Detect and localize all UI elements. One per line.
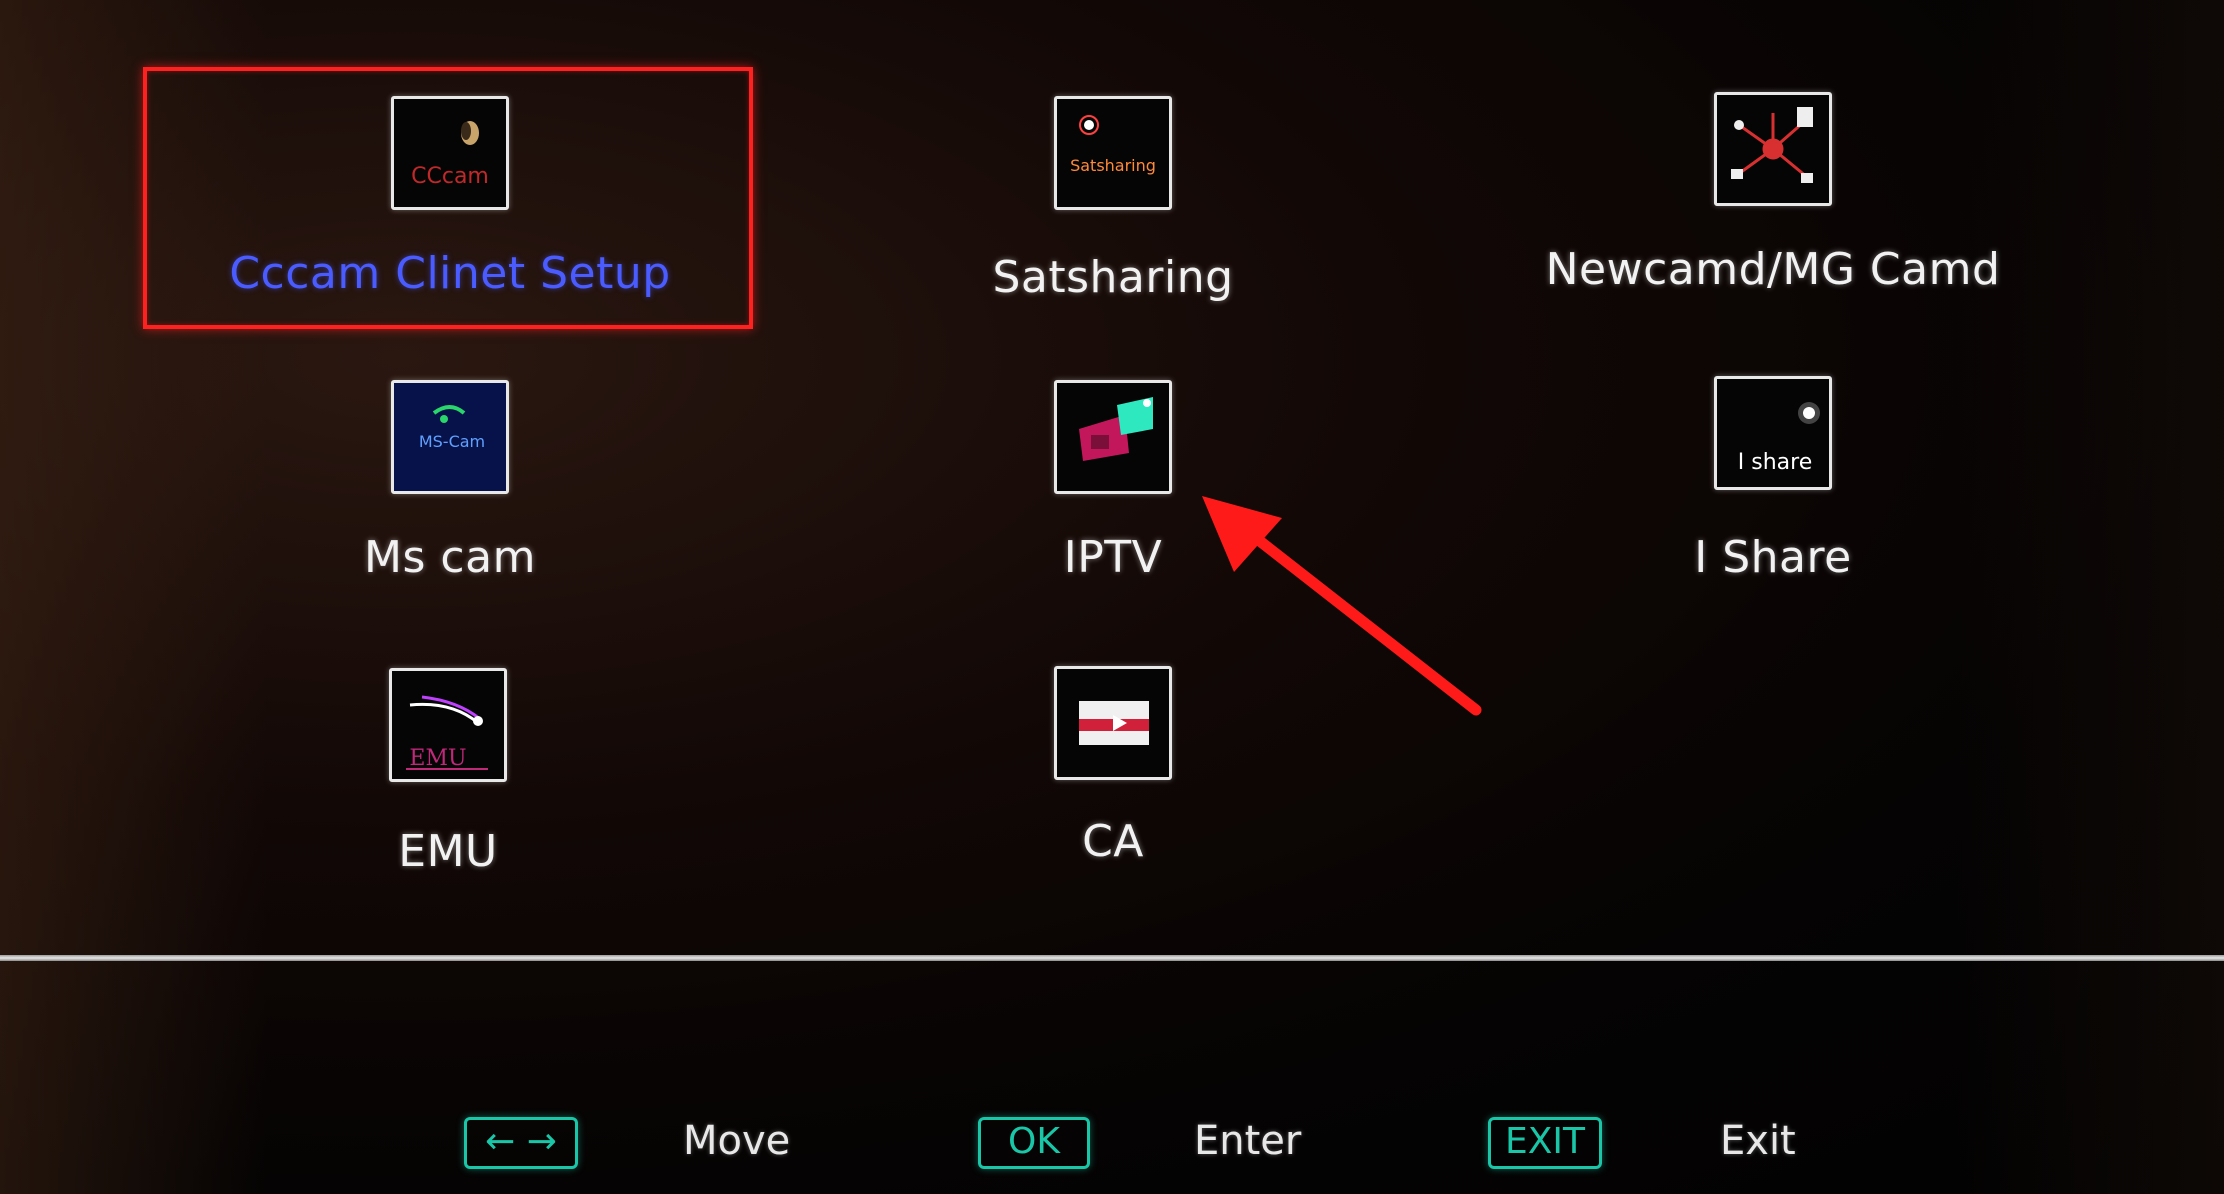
- menu-item-label: CA: [1082, 816, 1144, 867]
- ok-key-button[interactable]: OK: [978, 1117, 1090, 1169]
- menu-item-label: Cccam Clinet Setup: [229, 248, 671, 299]
- menu-item-newcamd[interactable]: Newcamd/MG Camd: [1463, 64, 2083, 324]
- svg-text:I share: I share: [1738, 450, 1812, 475]
- annotation-arrow-icon: [1180, 490, 1500, 730]
- exit-label: Exit: [1720, 1118, 1796, 1164]
- exit-key-button[interactable]: EXIT: [1488, 1117, 1602, 1169]
- satsharing-icon: Satsharing: [1054, 96, 1172, 210]
- menu-item-label: I Share: [1694, 532, 1852, 583]
- menu-item-label: Satsharing: [992, 252, 1234, 303]
- menu-item-label: EMU: [398, 826, 498, 877]
- enter-label: Enter: [1194, 1118, 1302, 1164]
- iptv-icon: [1054, 380, 1172, 494]
- emu-icon: EMU: [389, 668, 507, 782]
- mscam-icon: MS-Cam: [391, 380, 509, 494]
- newcamd-network-icon: [1714, 92, 1832, 206]
- move-key-icon: ← →: [464, 1117, 578, 1169]
- move-label: Move: [683, 1118, 791, 1164]
- ca-card-icon: [1054, 666, 1172, 780]
- menu-item-label: Newcamd/MG Camd: [1545, 244, 2001, 295]
- cccam-icon: CCcam: [391, 96, 509, 210]
- svg-text:Satsharing: Satsharing: [1070, 156, 1156, 175]
- svg-text:EMU: EMU: [409, 746, 466, 771]
- svg-text:CCcam: CCcam: [411, 164, 489, 189]
- ishare-icon: I share: [1714, 376, 1832, 490]
- menu-item-label: Ms cam: [364, 532, 536, 583]
- menu-item-mscam[interactable]: MS-Cam Ms cam: [140, 352, 760, 612]
- footer-divider: [0, 955, 2224, 961]
- menu-item-cccam[interactable]: CCcam Cccam Clinet Setup: [140, 68, 760, 328]
- menu-item-ishare[interactable]: I share I Share: [1463, 348, 2083, 608]
- menu-item-emu[interactable]: EMU EMU: [138, 640, 758, 900]
- menu-item-satsharing[interactable]: Satsharing Satsharing: [803, 68, 1423, 328]
- svg-text:MS-Cam: MS-Cam: [419, 432, 485, 451]
